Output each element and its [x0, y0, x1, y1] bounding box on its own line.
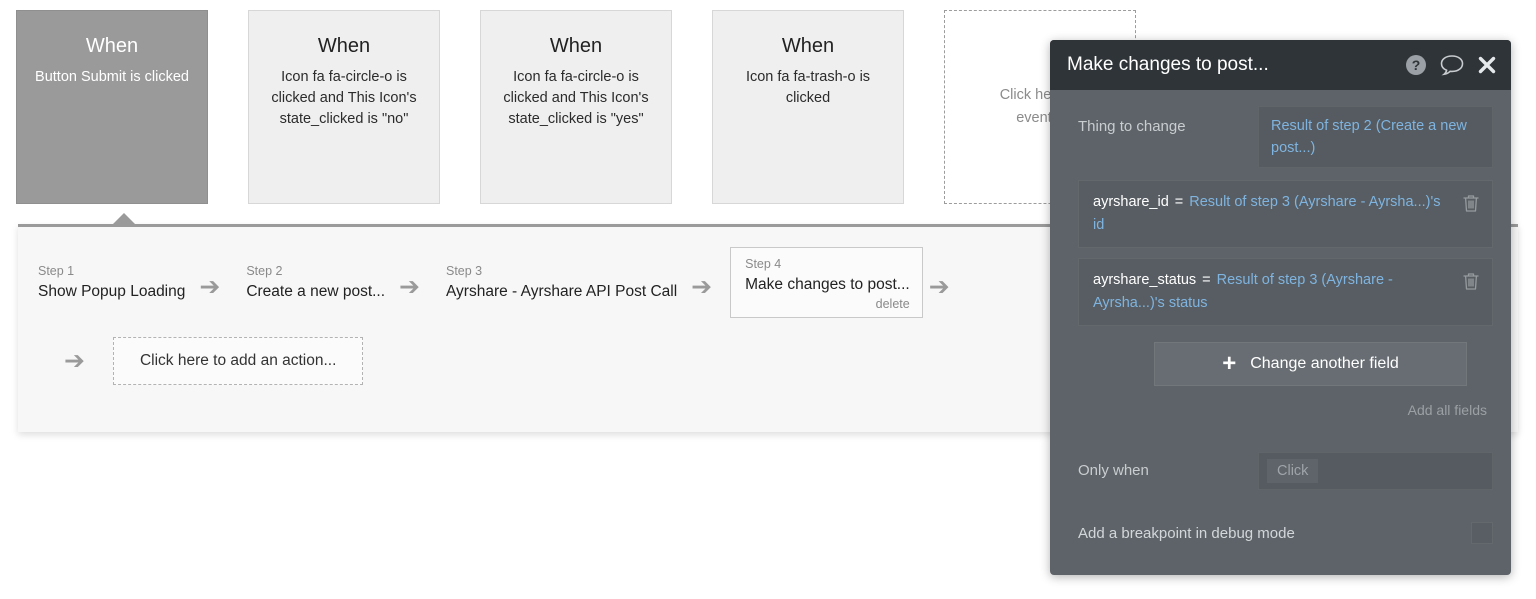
event-card-circle-o-yes[interactable]: When Icon fa fa-circle-o is clicked and … — [480, 10, 672, 204]
add-action-row: ➔ Click here to add an action... — [58, 337, 364, 385]
step-name: Ayrshare - Ayrshare API Post Call — [446, 283, 678, 300]
delete-field-trash-icon[interactable] — [1462, 193, 1480, 221]
workflow-step-2[interactable]: Step 2 Create a new post... — [226, 257, 393, 307]
add-action-button[interactable]: Click here to add an action... — [112, 337, 364, 385]
add-all-fields-link[interactable]: Add all fields — [1078, 402, 1487, 418]
breakpoint-label: Add a breakpoint in debug mode — [1078, 524, 1295, 542]
change-field-row-ayrshare-id[interactable]: ayrshare_id = Result of step 3 (Ayrshare -… — [1078, 180, 1493, 248]
step-name: Show Popup Loading — [38, 283, 186, 300]
field-operator: = — [1174, 194, 1184, 210]
event-when-label: When — [317, 35, 371, 57]
add-action-arrow-icon: ➔ — [64, 346, 85, 375]
step-arrow-icon: ➔ — [928, 272, 950, 301]
breakpoint-row: Add a breakpoint in debug mode — [1078, 522, 1493, 544]
step-number: Step 1 — [38, 264, 75, 278]
workflow-editor-root: When Button Submit is clicked When Icon … — [0, 0, 1536, 599]
step-arrow-icon: ➔ — [199, 272, 221, 301]
thing-to-change-input[interactable]: Result of step 2 (Create a new post...) — [1258, 106, 1493, 168]
step-arrow-icon: ➔ — [399, 272, 420, 301]
event-when-label: When — [85, 35, 139, 57]
change-another-field-button[interactable]: + Change another field — [1154, 342, 1467, 386]
workflow-step-3[interactable]: Step 3 Ayrshare - Ayrshare API Post Call — [426, 257, 685, 307]
event-description: Icon fa fa-circle-o is clicked and This … — [271, 69, 417, 127]
only-when-label: Only when — [1078, 462, 1149, 479]
event-card-button-submit[interactable]: When Button Submit is clicked — [16, 10, 208, 204]
field-operator: = — [1202, 272, 1211, 288]
field-key: ayrshare_status — [1093, 272, 1197, 288]
thing-to-change-label: Thing to change — [1078, 118, 1186, 135]
delete-field-trash-icon[interactable] — [1462, 271, 1480, 299]
event-card-trash-o[interactable]: When Icon fa fa-trash-o is clicked — [712, 10, 904, 204]
step-name: Make changes to post... — [745, 275, 910, 293]
event-when-label: When — [781, 35, 835, 57]
workflow-step-1[interactable]: Step 1 Show Popup Loading — [18, 257, 193, 307]
step-number: Step 2 — [246, 264, 283, 278]
step-number: Step 3 — [446, 264, 483, 278]
breakpoint-checkbox[interactable] — [1471, 522, 1493, 544]
thing-to-change-row: Thing to change Result of step 2 (Create… — [1078, 106, 1493, 168]
action-properties-panel: Make changes to post... ? Thing to chang… — [1050, 40, 1511, 575]
plus-icon: + — [1222, 350, 1237, 377]
field-key: ayrshare_id — [1093, 194, 1169, 210]
step-arrow-icon: ➔ — [691, 272, 713, 301]
properties-panel-body: Thing to change Result of step 2 (Create… — [1050, 90, 1511, 544]
close-icon[interactable] — [1477, 55, 1497, 75]
step-delete-link[interactable]: delete — [745, 296, 910, 313]
change-another-field-label: Change another field — [1250, 355, 1399, 372]
step-name: Create a new post... — [246, 283, 386, 300]
change-field-row-ayrshare-status[interactable]: ayrshare_status = Result of step 3 (Ayrsha… — [1078, 258, 1493, 326]
event-description: Icon fa fa-trash-o is clicked — [745, 69, 871, 106]
selected-event-caret — [112, 213, 136, 225]
thing-to-change-value: Result of step 2 (Create a new post...) — [1271, 118, 1467, 156]
properties-panel-header: Make changes to post... ? — [1050, 40, 1511, 90]
event-description: Icon fa fa-circle-o is clicked and This … — [503, 69, 649, 127]
help-circle-icon[interactable]: ? — [1405, 54, 1427, 76]
event-description: Button Submit is clicked — [35, 69, 189, 85]
workflow-step-4-selected[interactable]: Step 4 Make changes to post... delete — [730, 246, 923, 318]
comment-bubble-icon[interactable] — [1440, 54, 1464, 76]
event-when-label: When — [549, 35, 603, 57]
properties-panel-title: Make changes to post... — [1067, 54, 1269, 75]
svg-text:?: ? — [1412, 57, 1421, 73]
step-number: Step 4 — [745, 256, 782, 271]
only-when-placeholder-chip: Click — [1267, 459, 1319, 483]
only-when-row: Only when Click — [1078, 452, 1493, 490]
only-when-input[interactable]: Click — [1258, 452, 1493, 490]
event-card-circle-o-no[interactable]: When Icon fa fa-circle-o is clicked and … — [248, 10, 440, 204]
